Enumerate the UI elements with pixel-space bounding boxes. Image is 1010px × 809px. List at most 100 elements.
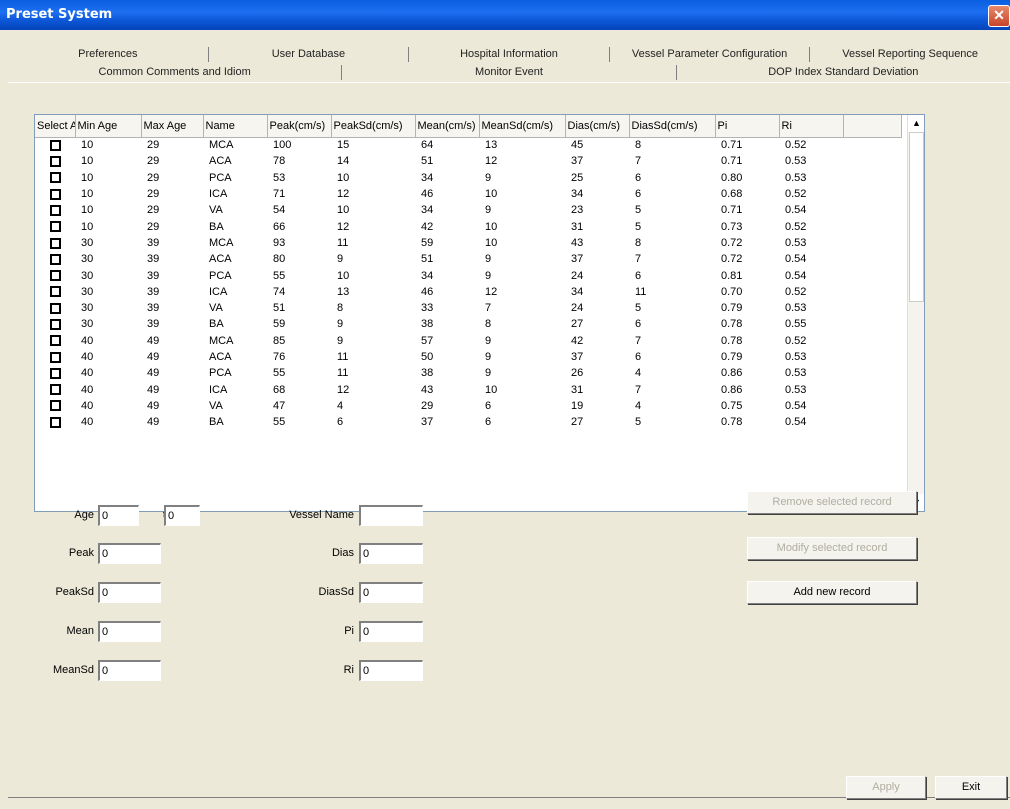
- table-cell: 6: [635, 318, 642, 331]
- checkbox-icon[interactable]: [49, 335, 61, 347]
- tab-vessel-parameter-configuration[interactable]: Vessel Parameter Configuration: [610, 46, 811, 62]
- age-to-field[interactable]: [164, 505, 200, 526]
- pi-field[interactable]: [359, 621, 423, 642]
- table-cell: 31: [571, 220, 584, 233]
- checkbox-icon[interactable]: [49, 351, 61, 363]
- add-record-button[interactable]: Add new record: [747, 581, 917, 604]
- table-row[interactable]: 40 49 BA 55 6 37 6 27 5 0.78 0.54: [35, 414, 901, 430]
- column-header[interactable]: Dias(cm/s): [565, 115, 630, 138]
- table-row[interactable]: 10 29 VA 54 10 34 9 23 5 0.71 0.54: [35, 202, 901, 218]
- checkbox-icon[interactable]: [49, 221, 61, 233]
- filler-cell: [843, 267, 901, 283]
- checkbox-icon[interactable]: [49, 367, 61, 379]
- checkbox-icon[interactable]: [49, 204, 61, 216]
- table-row[interactable]: 10 29 PCA 53 10 34 9 25 6 0.80 0.53: [35, 170, 901, 186]
- tab-common-comments-and-idiom[interactable]: Common Comments and Idiom: [8, 64, 343, 80]
- checkbox-icon[interactable]: [49, 400, 61, 412]
- checkbox-icon[interactable]: [49, 302, 61, 314]
- checkbox-icon[interactable]: [49, 270, 61, 282]
- table-row[interactable]: 10 29 BA 66 12 42 10 31 5 0.73 0.52: [35, 218, 901, 234]
- table-row[interactable]: 30 39 ACA 80 9 51 9 37 7 0.72 0.54: [35, 251, 901, 267]
- tab-user-database[interactable]: User Database: [209, 46, 410, 62]
- peak-label: Peak: [68, 547, 94, 559]
- table-row[interactable]: 10 29 ACA 78 14 51 12 37 7 0.71 0.53: [35, 153, 901, 169]
- apply-button[interactable]: Apply: [846, 776, 926, 799]
- table-cell: 0.71: [721, 139, 743, 152]
- peak-field[interactable]: [98, 543, 161, 564]
- checkbox-icon[interactable]: [49, 156, 61, 168]
- tab-preferences[interactable]: Preferences: [8, 46, 209, 62]
- remove-record-button[interactable]: Remove selected record: [747, 491, 917, 514]
- age-field[interactable]: [98, 505, 139, 526]
- checkbox-icon[interactable]: [49, 188, 61, 200]
- select-cell: [35, 267, 75, 283]
- table-row[interactable]: 40 49 ACA 76 11 50 9 37 6 0.79 0.53: [35, 349, 901, 365]
- table-cell: VA: [209, 302, 223, 315]
- column-header[interactable]: Name: [203, 115, 268, 138]
- checkbox-icon[interactable]: [49, 172, 61, 184]
- table-cell: 7: [635, 155, 642, 168]
- table-cell: ICA: [209, 285, 228, 298]
- table-cell: 0.86: [721, 383, 743, 396]
- column-header[interactable]: Max Age: [141, 115, 204, 138]
- scroll-up-icon[interactable]: ▲: [908, 115, 924, 132]
- checkbox-icon[interactable]: [49, 416, 61, 428]
- table-cell: 9: [485, 253, 492, 266]
- checkbox-icon[interactable]: [49, 384, 61, 396]
- checkbox-icon[interactable]: [49, 253, 61, 265]
- grid-scrollbar[interactable]: ▲ ▼: [907, 115, 924, 511]
- table-row[interactable]: 40 49 VA 47 4 29 6 19 4 0.75 0.54: [35, 398, 901, 414]
- ri-field[interactable]: [359, 660, 423, 681]
- table-cell: 93: [273, 236, 286, 249]
- table-row[interactable]: 10 29 MCA 100 15 64 13 45 8 0.71 0.52: [35, 137, 901, 153]
- checkbox-icon[interactable]: [49, 319, 61, 330]
- table-cell: 26: [571, 367, 584, 380]
- column-header[interactable]: [843, 115, 902, 138]
- tab-dop-index-standard-deviation[interactable]: DOP Index Standard Deviation: [676, 64, 1010, 80]
- table-cell: 12: [485, 285, 498, 298]
- table-row[interactable]: 10 29 ICA 71 12 46 10 34 6 0.68 0.52: [35, 186, 901, 202]
- diassd-field[interactable]: [359, 582, 423, 603]
- table-row[interactable]: 40 49 PCA 55 11 38 9 26 4 0.86 0.53: [35, 365, 901, 381]
- grid-body: 10 29 MCA 100 15 64 13 45 8 0.71 0.52 10 29 ACA 78 14 51…: [35, 137, 901, 430]
- mean-field[interactable]: [98, 621, 161, 642]
- tab-vessel-reporting-sequence[interactable]: Vessel Reporting Sequence: [810, 47, 1010, 62]
- table-cell: 50: [421, 351, 434, 363]
- column-header[interactable]: Select A: [35, 115, 76, 138]
- dias-field[interactable]: [359, 543, 423, 564]
- column-header[interactable]: Min Age: [75, 115, 142, 138]
- table-cell: 9: [485, 351, 492, 363]
- table-row[interactable]: 40 49 ICA 68 12 43 10 31 7 0.86 0.53: [35, 381, 901, 397]
- table-cell: 53: [273, 171, 286, 184]
- table-row[interactable]: 30 39 MCA 93 11 59 10 43 8 0.72 0.53: [35, 235, 901, 251]
- checkbox-icon[interactable]: [49, 286, 61, 298]
- meansd-field[interactable]: [98, 660, 161, 681]
- table-cell: 29: [147, 171, 160, 184]
- checkbox-icon[interactable]: [49, 237, 61, 249]
- table-row[interactable]: 30 39 PCA 55 10 34 9 24 6 0.81 0.54: [35, 267, 901, 283]
- column-header[interactable]: PeakSd(cm/s): [331, 115, 416, 138]
- table-row[interactable]: 30 39 VA 51 8 33 7 24 5 0.79 0.53: [35, 300, 901, 316]
- vessel-name-field[interactable]: [359, 505, 423, 526]
- checkbox-icon[interactable]: [49, 139, 61, 151]
- table-row[interactable]: 30 39 BA 59 9 38 8 27 6 0.78 0.55: [35, 316, 901, 332]
- column-header[interactable]: Mean(cm/s): [415, 115, 480, 138]
- column-header[interactable]: DiasSd(cm/s): [629, 115, 716, 138]
- column-header[interactable]: Peak(cm/s): [267, 115, 332, 138]
- table-cell: 0.53: [785, 351, 807, 363]
- table-row[interactable]: 40 49 MCA 85 9 57 9 42 7 0.78 0.52: [35, 333, 901, 349]
- scroll-thumb[interactable]: [909, 132, 924, 302]
- exit-button[interactable]: Exit: [935, 776, 1007, 799]
- column-header[interactable]: Pi: [715, 115, 780, 138]
- column-header[interactable]: MeanSd(cm/s): [479, 115, 566, 138]
- table-cell: 6: [485, 416, 492, 429]
- column-header[interactable]: Ri: [779, 115, 844, 138]
- table-row[interactable]: 30 39 ICA 74 13 46 12 34 11 0.70 0.52: [35, 284, 901, 300]
- tab-monitor-event[interactable]: Monitor Event: [342, 64, 677, 80]
- table-cell: BA: [209, 318, 224, 331]
- peaksd-field[interactable]: [98, 582, 161, 603]
- modify-record-button[interactable]: Modify selected record: [747, 537, 917, 560]
- table-cell: 0.73: [721, 220, 743, 233]
- tab-hospital-information[interactable]: Hospital Information: [409, 46, 610, 62]
- close-icon[interactable]: ✕: [988, 5, 1010, 27]
